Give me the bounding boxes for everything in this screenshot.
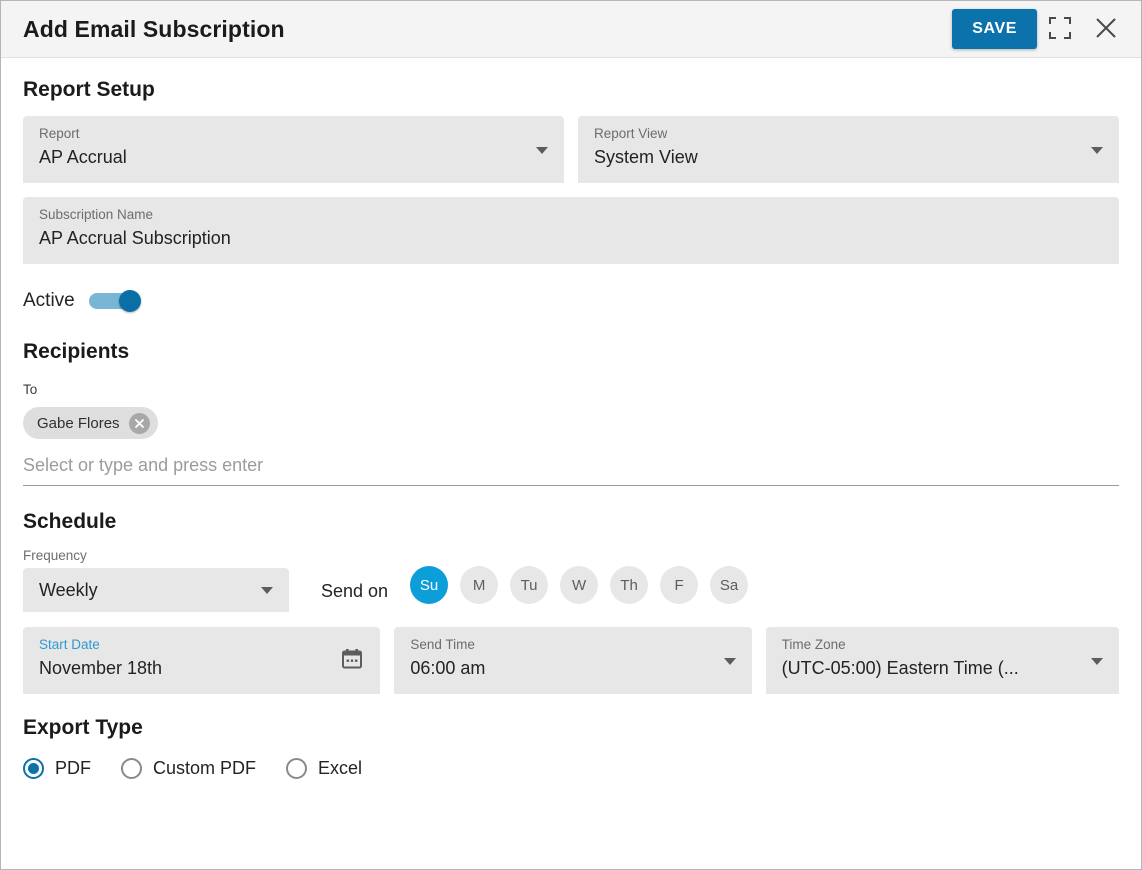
schedule-frequency-row: Frequency Weekly Send on Su M Tu W Th F … — [23, 548, 1119, 612]
chevron-down-icon — [536, 146, 548, 154]
day-button-su[interactable]: Su — [410, 566, 449, 604]
day-button-th[interactable]: Th — [610, 566, 649, 604]
to-label: To — [23, 382, 38, 397]
report-setup-row-1: Report AP Accrual Report View System Vie… — [23, 116, 1119, 183]
report-view-select[interactable]: Report View System View — [578, 116, 1119, 183]
start-date-input[interactable]: Start Date November 18th — [23, 627, 381, 694]
day-selector: Su M Tu W Th F Sa — [410, 566, 749, 604]
report-view-select-label: Report View — [594, 126, 668, 141]
day-button-f[interactable]: F — [660, 566, 699, 604]
active-toggle-row: Active — [23, 290, 1119, 312]
chevron-down-icon — [261, 587, 273, 594]
radio-option-pdf[interactable]: PDF — [23, 758, 91, 779]
send-on-label: Send on — [321, 581, 389, 601]
recipients-heading: Recipients — [23, 340, 130, 363]
chevron-down-icon — [1091, 657, 1103, 665]
save-button[interactable]: SAVE — [952, 9, 1037, 49]
radio-option-custom-pdf[interactable]: Custom PDF — [121, 758, 256, 779]
send-time-select[interactable]: Send Time 06:00 am — [394, 627, 752, 694]
radio-icon-pdf — [23, 758, 44, 779]
close-circle-icon[interactable] — [128, 412, 150, 434]
recipient-chip[interactable]: Gabe Flores — [23, 407, 158, 439]
expand-icon — [1049, 16, 1071, 42]
radio-option-excel[interactable]: Excel — [286, 758, 362, 779]
expand-button[interactable] — [1037, 6, 1083, 52]
add-email-subscription-dialog: Add Email Subscription SAVE Report Setup — [0, 0, 1142, 870]
calendar-icon[interactable] — [341, 647, 363, 674]
radio-icon-excel — [286, 758, 308, 779]
radio-icon-custom-pdf — [121, 758, 142, 779]
dialog-titlebar: Add Email Subscription SAVE — [1, 1, 1141, 58]
recipient-input[interactable]: Select or type and press enter — [23, 455, 1119, 486]
time-zone-select[interactable]: Time Zone (UTC-05:00) Eastern Time (... — [765, 627, 1119, 694]
time-zone-label: Time Zone — [781, 637, 846, 652]
start-date-label: Start Date — [39, 637, 100, 652]
export-type-radio-group: PDF Custom PDF Excel — [23, 758, 1119, 779]
start-date-value: November 18th — [39, 658, 163, 678]
frequency-value: Weekly — [39, 579, 98, 600]
recipient-chip-label: Gabe Flores — [37, 414, 120, 432]
time-zone-value: (UTC-05:00) Eastern Time (... — [781, 658, 1019, 678]
day-button-m[interactable]: M — [460, 566, 499, 604]
schedule-heading: Schedule — [23, 510, 117, 533]
frequency-select[interactable]: Weekly — [23, 568, 289, 612]
close-button[interactable] — [1083, 6, 1129, 52]
report-select-label: Report — [39, 126, 80, 141]
radio-label-excel: Excel — [318, 758, 363, 778]
dialog-body: Report Setup Report AP Accrual Report Vi… — [1, 78, 1141, 779]
send-time-label: Send Time — [410, 637, 475, 652]
subscription-name-input[interactable]: Subscription Name AP Accrual Subscriptio… — [23, 197, 1119, 264]
report-setup-row-2: Subscription Name AP Accrual Subscriptio… — [23, 197, 1119, 264]
day-button-w[interactable]: W — [560, 566, 599, 604]
frequency-label: Frequency — [23, 548, 87, 563]
frequency-wrap: Frequency Weekly — [23, 548, 289, 612]
radio-label-custom-pdf: Custom PDF — [153, 758, 257, 778]
export-type-heading: Export Type — [23, 716, 143, 739]
close-icon — [1094, 16, 1118, 43]
chevron-down-icon — [1091, 146, 1103, 154]
chevron-down-icon — [723, 657, 736, 665]
subscription-name-label: Subscription Name — [39, 207, 154, 222]
page-title: Add Email Subscription — [23, 15, 285, 42]
day-button-tu[interactable]: Tu — [510, 566, 549, 604]
report-select[interactable]: Report AP Accrual — [23, 116, 564, 183]
report-select-value: AP Accrual — [39, 147, 127, 167]
subscription-name-value: AP Accrual Subscription — [39, 228, 231, 248]
send-time-value: 06:00 am — [410, 658, 486, 678]
toggle-thumb — [118, 290, 141, 312]
report-setup-heading: Report Setup — [23, 78, 155, 101]
schedule-datetime-row: Start Date November 18th Send Time 06:00… — [23, 627, 1119, 694]
report-view-select-value: System View — [594, 147, 698, 167]
active-label: Active — [23, 290, 75, 311]
day-button-sa[interactable]: Sa — [710, 566, 749, 604]
recipient-chip-list: Gabe Flores — [23, 407, 1119, 439]
radio-label-pdf: PDF — [55, 758, 91, 778]
active-toggle[interactable] — [88, 290, 141, 312]
